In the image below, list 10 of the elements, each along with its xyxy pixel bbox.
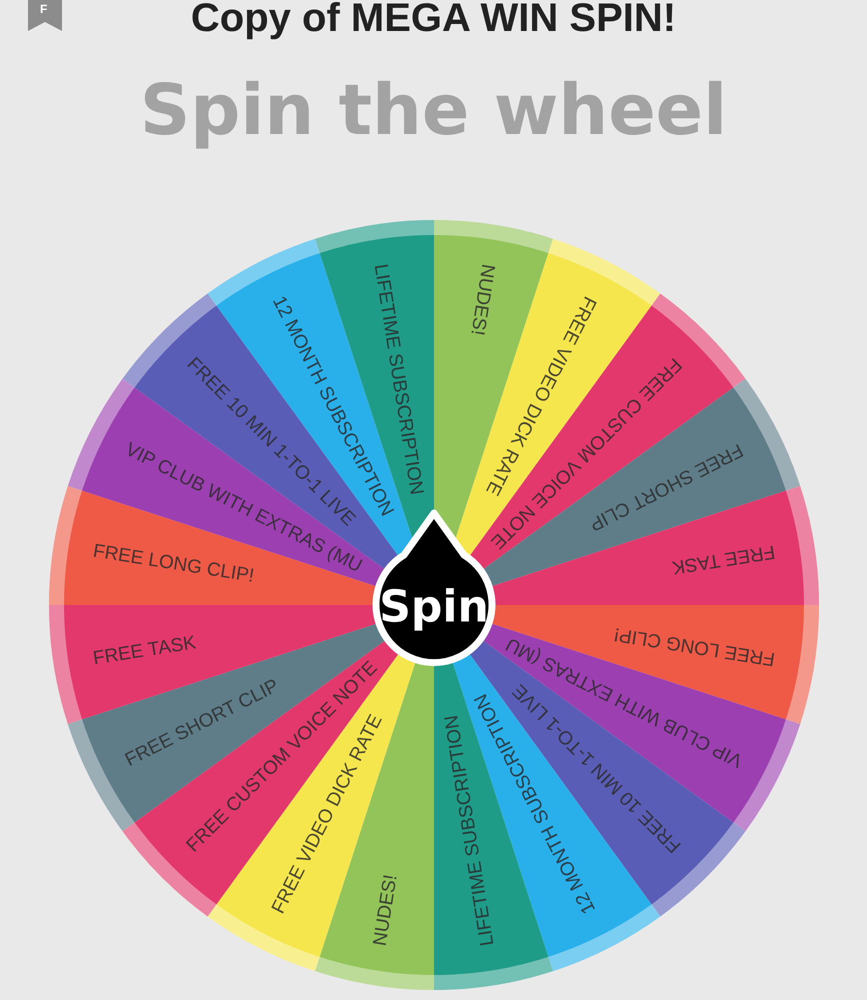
segment-label: FREE LONG CLIP! bbox=[612, 623, 776, 670]
heading: Spin the wheel bbox=[140, 72, 728, 153]
icon-letter: F bbox=[40, 3, 48, 15]
segment-label: FREE TASK bbox=[91, 632, 197, 670]
segment-label: NUDES! bbox=[466, 262, 498, 337]
segment-label: FREE LONG CLIP! bbox=[91, 540, 255, 587]
bookmark-icon[interactable] bbox=[28, 0, 62, 31]
segment-label: FREE TASK bbox=[670, 540, 776, 578]
segment-label: NUDES! bbox=[369, 873, 402, 948]
page-title: Copy of MEGA WIN SPIN! bbox=[190, 0, 676, 42]
